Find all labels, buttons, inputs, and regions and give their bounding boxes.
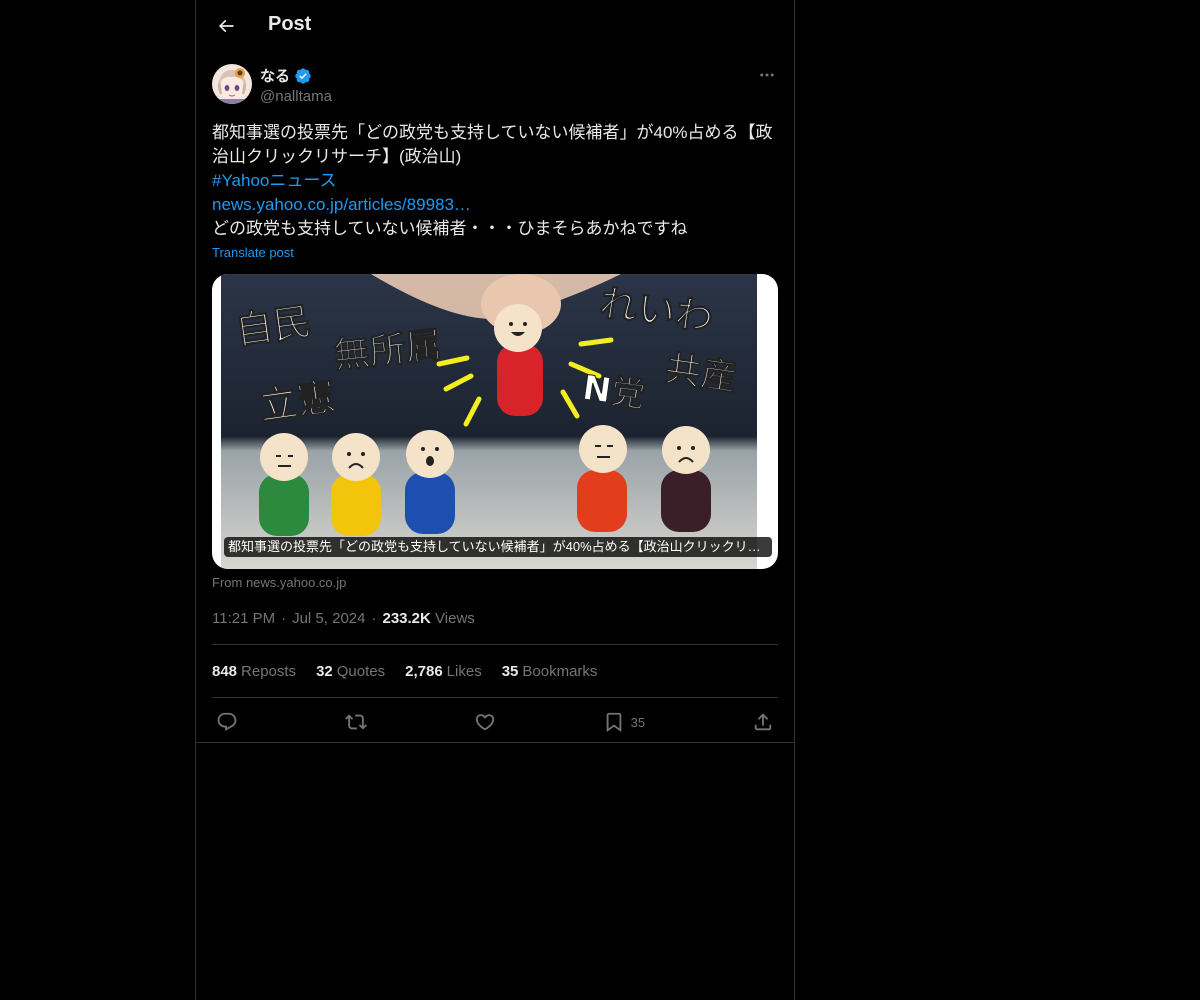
post-text-line: 都知事選の投票先「どの政党も支持していない候補者」が40%占める【政治山クリック… [212,123,773,166]
post-author: なる @nalltama [212,64,778,108]
quotes-stat[interactable]: 32 Quotes [316,663,385,680]
card-image: 自民 無所属 立憲 れいわ N党 共産 [221,274,757,569]
post-time[interactable]: 11:21 PM [212,610,275,627]
views-count: 233.2K [382,609,431,627]
card-caption: 都知事選の投票先「どの政党も支持していない候補者」が40%占める【政治山クリック… [224,537,772,557]
card-source[interactable]: From news.yahoo.co.jp [212,575,778,590]
arrow-left-icon [218,19,234,33]
more-dots-icon [760,73,774,77]
link-preview-card[interactable]: 自民 無所属 立憲 れいわ N党 共産 都知事選の投票先「どの政党も支持していな… [212,274,778,569]
reply-button[interactable] [216,711,238,733]
verified-badge-icon [295,67,311,84]
likes-stat[interactable]: 2,786 Likes [405,663,482,680]
more-options-button[interactable] [756,64,778,86]
bookmark-count: 35 [630,714,646,730]
page-title: Post [268,13,312,35]
reposts-stat[interactable]: 848 Reposts [212,663,296,680]
translate-post-link[interactable]: Translate post [212,245,294,260]
bookmark-button[interactable]: 35 [603,711,645,733]
post-text: 都知事選の投票先「どの政党も支持していない候補者」が40%占める【政治山クリック… [212,121,778,241]
reply-icon [217,712,237,731]
post-text-line: どの政党も支持していない候補者・・・ひまそらあかねですね [212,219,688,238]
top-bar: Post [196,0,794,53]
post-date[interactable]: Jul 5, 2024 [292,610,365,627]
action-bar: 35 [212,698,778,746]
heart-icon [475,714,494,731]
bookmarks-stat[interactable]: 35 Bookmarks [502,663,598,680]
post-bottom-border [196,742,794,743]
bookmark-icon [606,712,621,733]
share-button[interactable] [752,711,774,733]
share-icon [754,713,772,731]
repost-button[interactable] [344,711,367,733]
post-stats: 848 Reposts 32 Quotes 2,786 Likes 35 Bookmar… [212,645,778,697]
author-handle[interactable]: @nalltama [260,88,332,105]
post-meta: 11:21 PM · Jul 5, 2024 · 233.2K Views [212,609,475,627]
post-detail-column: Post なる @nalltama 都知事選の投票先「どの政党も支持していない候… [195,0,795,1000]
author-display-name[interactable]: なる [260,65,290,86]
back-button[interactable] [208,8,244,44]
avatar[interactable] [212,64,252,104]
views-label: Views [435,609,475,627]
hashtag-link[interactable]: #Yahooニュース [212,169,778,193]
like-button[interactable] [474,711,496,733]
post-article: なる @nalltama 都知事選の投票先「どの政党も支持していない候補者」が4… [212,64,778,746]
article-link[interactable]: news.yahoo.co.jp/articles/89983… [212,193,778,217]
repost-icon [344,714,367,730]
